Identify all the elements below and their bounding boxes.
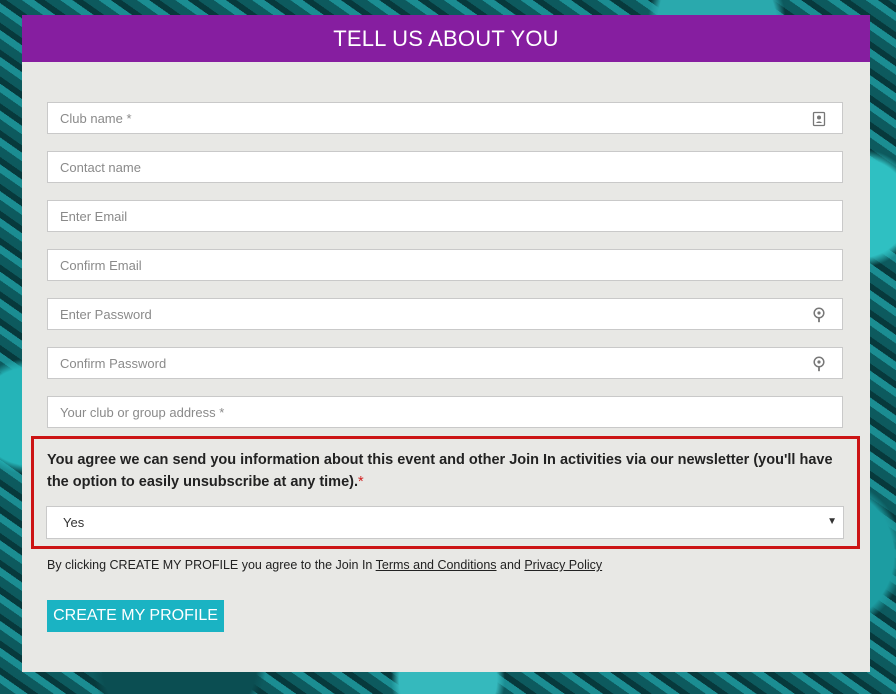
create-profile-button[interactable]: CREATE MY PROFILE [47, 600, 224, 632]
terms-prefix: By clicking CREATE MY PROFILE you agree … [47, 558, 376, 572]
club-name-input[interactable] [48, 103, 842, 133]
privacy-policy-link[interactable]: Privacy Policy [524, 558, 602, 572]
key-icon [813, 307, 825, 323]
form-header: TELL US ABOUT YOU [22, 15, 870, 62]
consent-text: You agree we can send you information ab… [47, 449, 847, 493]
key-icon [813, 356, 825, 372]
chevron-down-icon: ▼ [827, 516, 837, 527]
consent-statement: You agree we can send you information ab… [47, 452, 833, 490]
confirm-email-field[interactable] [47, 249, 843, 281]
contact-name-field[interactable] [47, 151, 843, 183]
password-input[interactable] [48, 299, 842, 329]
terms-notice: By clicking CREATE MY PROFILE you agree … [47, 558, 602, 572]
newsletter-consent-select[interactable]: Yes ▼ [46, 506, 844, 539]
contact-name-input[interactable] [48, 152, 842, 182]
confirm-password-input[interactable] [48, 348, 842, 378]
address-field[interactable] [47, 396, 843, 428]
email-field[interactable] [47, 200, 843, 232]
club-name-field[interactable] [47, 102, 843, 134]
signup-panel: TELL US ABOUT YOU Club name * Contact na… [22, 15, 870, 672]
address-input[interactable] [48, 397, 842, 427]
required-mark: * [358, 474, 364, 490]
form-title: TELL US ABOUT YOU [333, 25, 559, 51]
terms-and-conditions-link[interactable]: Terms and Conditions [376, 558, 497, 572]
terms-and: and [496, 558, 525, 572]
newsletter-consent-box: You agree we can send you information ab… [31, 436, 860, 549]
confirm-email-input[interactable] [48, 250, 842, 280]
email-input[interactable] [48, 201, 842, 231]
confirm-password-field[interactable] [47, 347, 843, 379]
select-value: Yes [63, 515, 85, 530]
password-field[interactable] [47, 298, 843, 330]
contact-card-icon [812, 111, 826, 127]
